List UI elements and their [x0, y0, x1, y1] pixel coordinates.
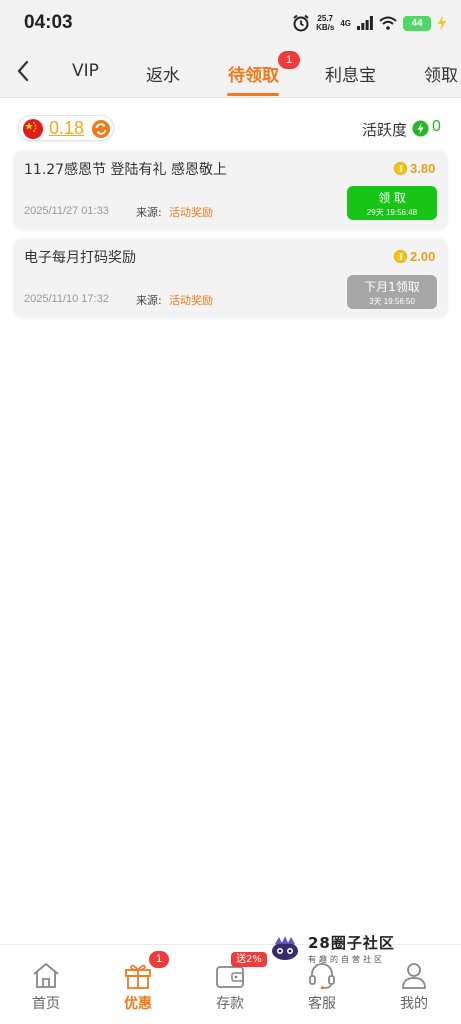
watermark-title: 28圈子社区: [308, 934, 395, 952]
tab-rebate[interactable]: 返水: [146, 61, 180, 86]
reward-card: 11.27感恩节 登陆有礼 感恩敬上 3.80 2025/11/27 01:33…: [14, 151, 447, 228]
reward-amount: 3.80: [410, 161, 436, 176]
claim-button-label: 下月1领取: [364, 280, 420, 294]
tab-pending-badge: 1: [278, 51, 300, 69]
charging-icon: [438, 15, 446, 31]
tab-interest[interactable]: 利息宝: [325, 61, 376, 86]
network-type: 4G: [340, 18, 351, 28]
community-watermark: 28圈子社区 有趣的自营社区: [270, 932, 400, 968]
reward-title: 11.27感恩节 登陆有礼 感恩敬上: [24, 162, 227, 178]
speed-value: 25.7: [317, 14, 333, 23]
reward-card: 电子每月打码奖励 2.00 2025/11/10 17:32 来源: 活动奖励 …: [14, 239, 447, 316]
status-time: 04:03: [24, 12, 73, 33]
reward-source: 活动奖励: [169, 294, 213, 307]
activity-label: 活跃度: [362, 121, 408, 139]
nav-home-label: 首页: [32, 996, 60, 1012]
gift-icon: [125, 964, 151, 989]
balance-pill: 0.18: [18, 115, 114, 141]
reward-source-label: 来源:: [136, 294, 162, 307]
coin-icon: [394, 250, 407, 263]
wifi-icon: [379, 16, 397, 30]
reward-amount: 2.00: [410, 249, 436, 264]
reward-date: 2025/11/10 17:32: [24, 293, 109, 305]
nav-service-label: 客服: [308, 996, 336, 1012]
tab-pending[interactable]: 待领取: [228, 61, 279, 86]
alarm-icon: [293, 14, 309, 32]
claim-countdown: 29天 19:56:48: [366, 208, 418, 217]
nav-promo-label: 优惠: [124, 996, 152, 1012]
deposit-bonus-tag: 送2%: [231, 952, 267, 967]
claim-countdown: 3天 19:56:50: [369, 297, 415, 306]
network-speed: 25.7 KB/s: [316, 14, 334, 32]
tab-vip[interactable]: VIP: [72, 61, 99, 81]
active-tab-indicator: [227, 93, 279, 96]
claim-button[interactable]: 领 取 29天 19:56:48: [347, 186, 437, 220]
claim-button-label: 领 取: [378, 191, 406, 205]
activity-value: 0: [432, 118, 441, 135]
refresh-icon[interactable]: [91, 119, 111, 139]
reward-source-label: 来源:: [136, 206, 162, 219]
nav-promo[interactable]: 1 优惠: [92, 945, 184, 1024]
nav-deposit[interactable]: 送2% 存款: [184, 945, 276, 1024]
china-flag-icon: [23, 119, 43, 139]
speed-unit: KB/s: [316, 23, 335, 32]
battery-indicator: 44: [403, 15, 431, 31]
balance-value[interactable]: 0.18: [49, 118, 84, 139]
nav-deposit-label: 存款: [216, 996, 244, 1012]
tab-claim-record[interactable]: 领取: [424, 61, 458, 86]
community-logo-icon: [272, 936, 298, 960]
user-icon: [402, 963, 426, 989]
reward-source: 活动奖励: [169, 206, 213, 219]
home-icon: [33, 963, 59, 988]
tab-bar: VIP 返水 待领取 1 利息宝 领取: [0, 46, 461, 98]
status-bar: 04:03 25.7 KB/s 4G 44: [0, 0, 461, 46]
signal-icon: [357, 16, 373, 30]
nav-promo-badge: 1: [149, 951, 169, 968]
coin-icon: [394, 162, 407, 175]
status-icons: 25.7 KB/s 4G 44: [292, 12, 447, 34]
reward-date: 2025/11/27 01:33: [24, 205, 109, 217]
nav-mine-label: 我的: [400, 996, 428, 1012]
lightning-icon: [412, 120, 429, 137]
watermark-subtitle: 有趣的自营社区: [308, 955, 385, 964]
next-month-claim-button[interactable]: 下月1领取 3天 19:56:50: [347, 275, 437, 309]
reward-title: 电子每月打码奖励: [24, 250, 136, 266]
nav-home[interactable]: 首页: [0, 945, 92, 1024]
back-icon[interactable]: [12, 58, 34, 84]
